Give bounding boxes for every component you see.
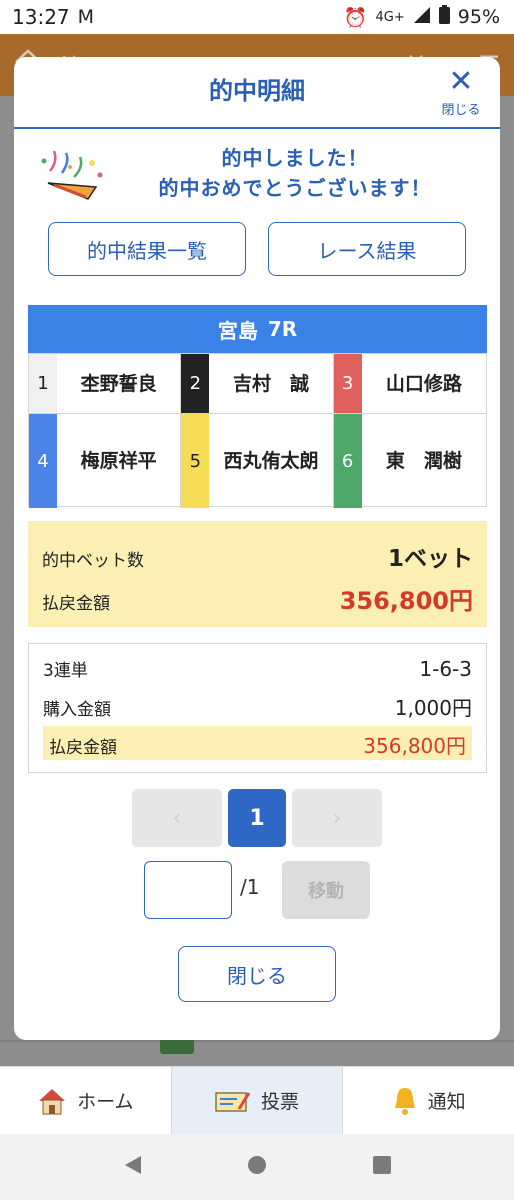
- nav-vote-label: 投票: [261, 1091, 300, 1113]
- bet-combination: 1-6-3: [419, 657, 472, 681]
- back-icon[interactable]: [121, 1154, 143, 1180]
- hit-detail-modal: 的中明細 ✕ 閉じる 的中しました！ 的中おめでとうございます！ 的中結果一覧 …: [14, 57, 500, 1040]
- payout-value: 356,800円: [339, 587, 473, 615]
- congrats-line-2: 的中おめでとうございます！: [158, 176, 432, 200]
- status-time: 13:27: [12, 5, 70, 29]
- title-divider: [14, 127, 500, 129]
- next-page-button[interactable]: ›: [292, 789, 382, 847]
- race-number: 7R: [267, 317, 298, 341]
- nav-notify-label: 通知: [427, 1091, 466, 1113]
- racer-name: 吉村 誠: [232, 372, 309, 395]
- home-circle-icon[interactable]: [246, 1154, 268, 1180]
- bottom-nav: ホーム 投票 通知: [0, 1066, 514, 1134]
- detail-payout-label: 払戻金額: [49, 738, 117, 758]
- close-label: 閉じる: [441, 103, 481, 118]
- page-total: /1: [240, 875, 260, 899]
- alarm-icon: ⏰: [343, 6, 368, 29]
- congrats-banner: 的中しました！ 的中おめでとうございます！: [40, 143, 480, 203]
- race-venue: 宮島: [217, 318, 258, 343]
- racer-cell: 5 西丸侑太朗: [181, 414, 334, 508]
- racer-name: 西丸侑太朗: [223, 450, 319, 472]
- racer-cell: 4 梅原祥平: [29, 414, 182, 508]
- ticket-icon: [215, 1091, 251, 1112]
- hit-bets-label: 的中ベット数: [42, 551, 144, 571]
- close-modal-button[interactable]: 閉じる: [178, 946, 336, 1002]
- mail-icon: M: [77, 6, 95, 28]
- racer-cell: 2 吉村 誠: [181, 354, 334, 414]
- network-label: 4G+: [375, 9, 405, 25]
- racer-cell: 1 杢野誓良: [29, 354, 182, 414]
- racer-number: 3: [333, 354, 362, 413]
- hit-results-list-button[interactable]: 的中結果一覧: [48, 222, 246, 276]
- nav-home[interactable]: ホーム: [0, 1067, 171, 1134]
- detail-payout-value: 356,800円: [363, 734, 466, 758]
- move-page-button[interactable]: 移動: [282, 861, 370, 919]
- bet-detail-box: 3連単 1-6-3 購入金額 1,000円 払戻金額 356,800円: [28, 643, 487, 773]
- racer-name: 東 潤樹: [385, 450, 462, 472]
- signal-icon: [413, 6, 431, 29]
- racer-number: 1: [29, 354, 57, 413]
- racer-name: 梅原祥平: [80, 450, 157, 472]
- racer-cell: 6 東 潤樹: [333, 414, 486, 508]
- prev-page-button[interactable]: ‹: [132, 789, 222, 847]
- racer-cell: 3 山口修路: [333, 354, 486, 414]
- modal-close-button[interactable]: ✕ 閉じる: [436, 64, 486, 119]
- purchase-value: 1,000円: [394, 696, 472, 720]
- house-icon: [39, 1088, 66, 1114]
- racer-name: 山口修路: [385, 372, 462, 395]
- summary-box: 的中ベット数 1ベット 払戻金額 356,800円: [28, 521, 487, 627]
- purchase-label: 購入金額: [43, 700, 111, 720]
- page-number-input[interactable]: [144, 861, 232, 919]
- race-header: 宮島 7R: [28, 305, 487, 353]
- racer-number: 2: [181, 354, 210, 413]
- congrats-line-1: 的中しました！: [221, 146, 369, 170]
- nav-home-label: ホーム: [77, 1091, 134, 1113]
- racer-name: 杢野誓良: [80, 372, 157, 395]
- racer-grid: 1 杢野誓良 2 吉村 誠 3 山口修路 4 梅原祥平 5 西丸侑太朗 6 東 潤樹: [28, 353, 487, 508]
- hit-bets-value: 1ベット: [387, 546, 473, 572]
- nav-notify[interactable]: 通知: [343, 1067, 514, 1134]
- modal-title: 的中明細: [209, 77, 305, 105]
- racer-number: 6: [333, 414, 362, 508]
- race-results-button[interactable]: レース結果: [268, 222, 466, 276]
- status-bar: 13:27 M ⏰ 4G+ 95%: [0, 0, 514, 34]
- bell-icon: [394, 1087, 415, 1115]
- battery-percent: 95%: [457, 6, 500, 28]
- racer-number: 4: [29, 414, 57, 508]
- bet-type: 3連単: [43, 661, 88, 681]
- payout-label: 払戻金額: [42, 594, 110, 614]
- racer-number: 5: [181, 414, 210, 508]
- battery-icon: [438, 5, 450, 29]
- recents-icon[interactable]: [371, 1154, 393, 1180]
- system-nav-bar: [0, 1134, 514, 1200]
- current-page-button[interactable]: 1: [228, 789, 286, 847]
- close-icon: ✕: [448, 64, 474, 99]
- nav-vote[interactable]: 投票: [171, 1067, 343, 1134]
- party-popper-icon: [41, 150, 103, 200]
- bg-divider: [0, 1040, 514, 1042]
